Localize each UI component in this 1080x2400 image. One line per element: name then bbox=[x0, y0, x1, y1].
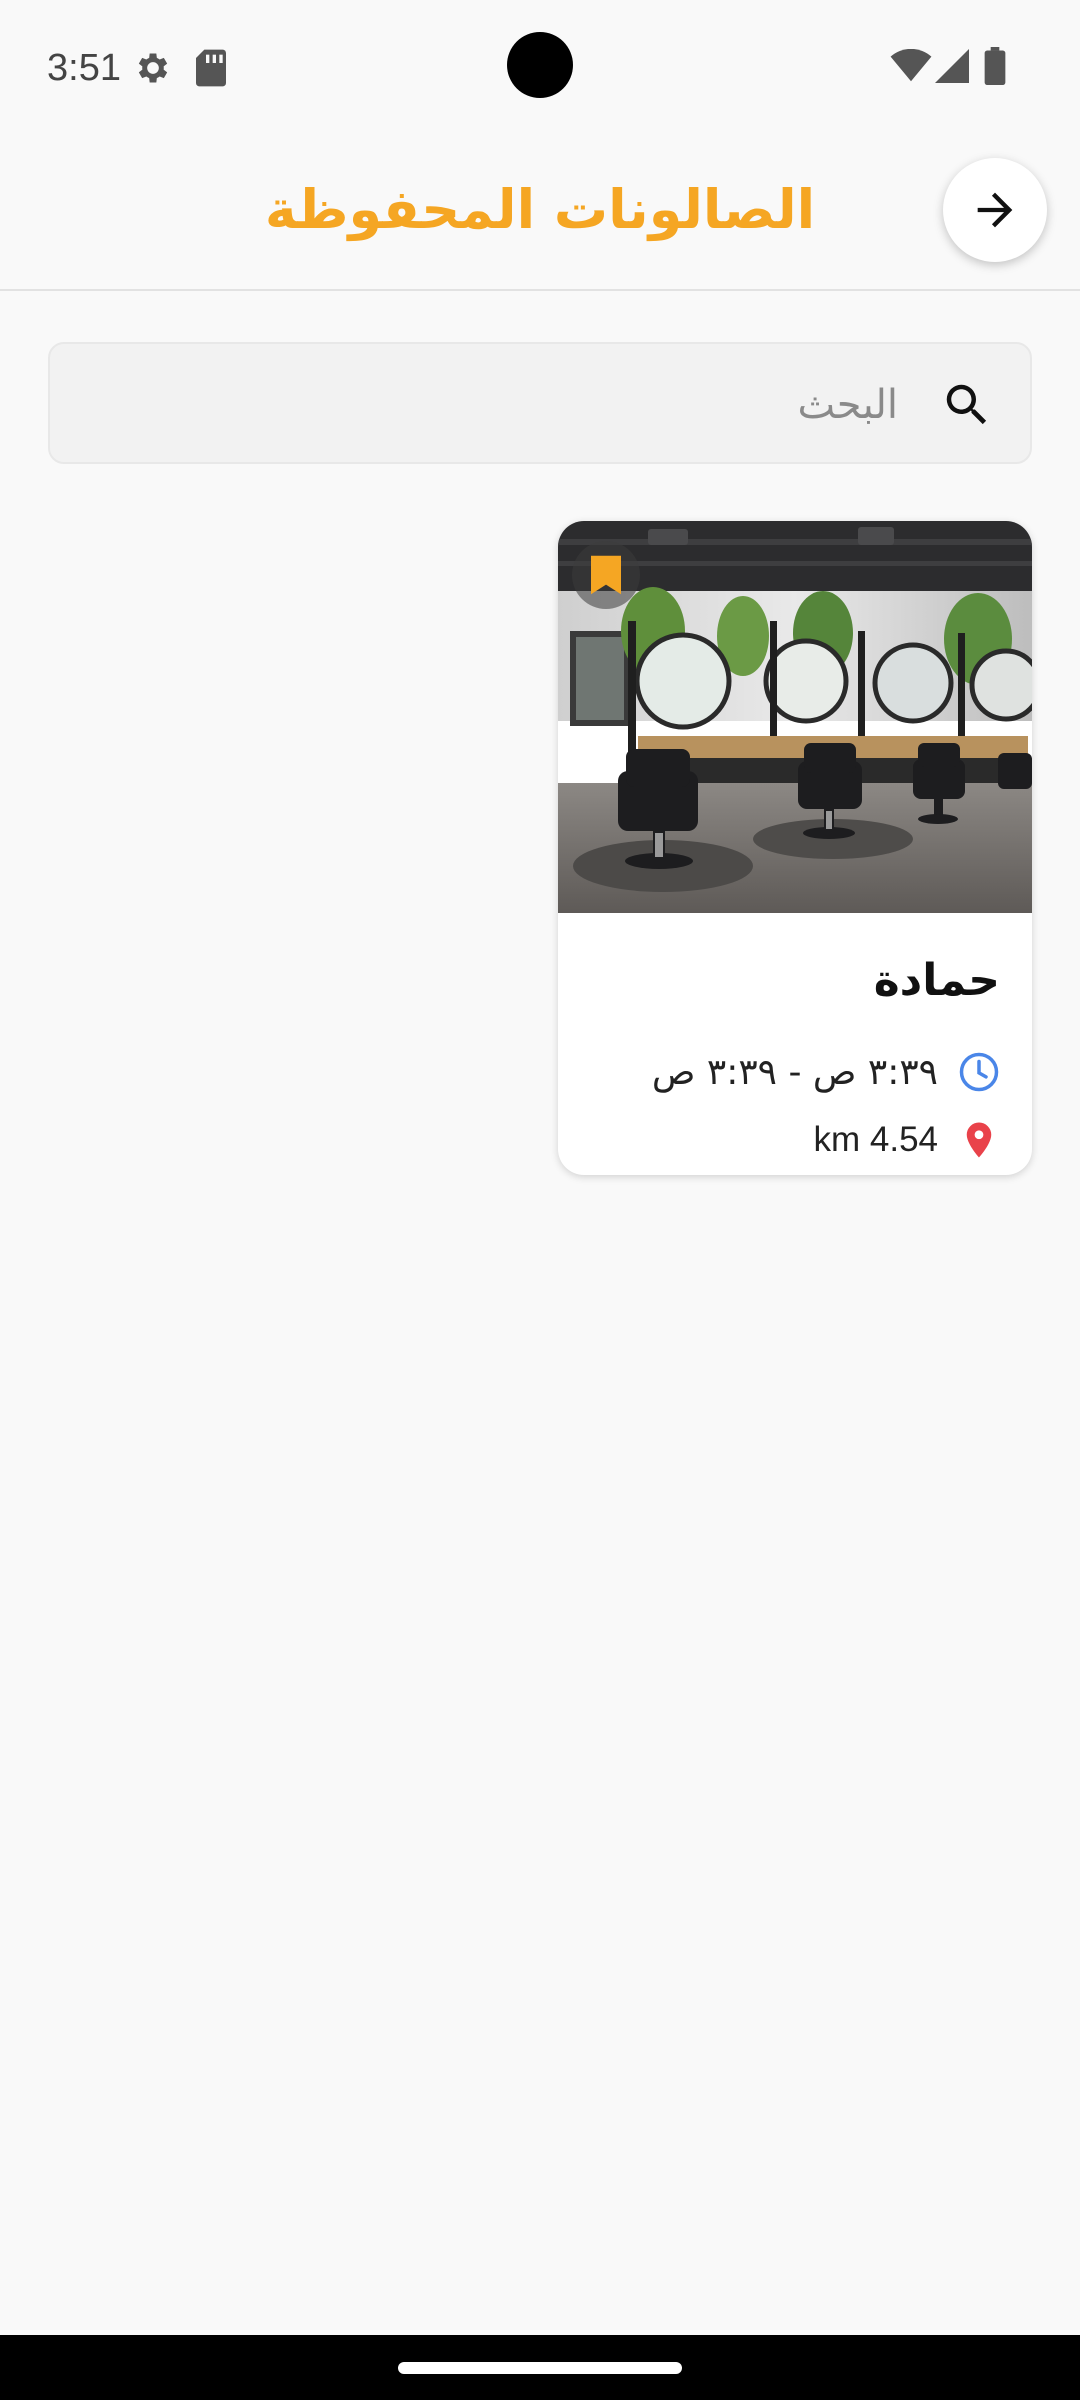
search-icon[interactable] bbox=[940, 378, 994, 432]
camera-cutout bbox=[507, 32, 573, 98]
wifi-icon bbox=[890, 49, 932, 82]
arrow-right-icon bbox=[977, 192, 1013, 228]
status-time: 3:51 bbox=[47, 47, 121, 89]
clock-icon bbox=[959, 1052, 999, 1092]
home-gesture-handle[interactable] bbox=[398, 2362, 682, 2374]
opening-hours: ٣:٣٩ ص - ٣:٣٩ ص bbox=[651, 1051, 938, 1093]
battery-icon bbox=[984, 47, 1006, 85]
salon-card[interactable]: حمادة ٣:٣٩ ص - ٣:٣٩ ص 4.54 km bbox=[558, 521, 1032, 1175]
status-bar: 3:51 bbox=[0, 0, 1080, 132]
back-button[interactable] bbox=[943, 158, 1047, 262]
saved-toggle[interactable] bbox=[572, 541, 640, 609]
saved-salons-screen: 3:51 الصالونات المحفوظة البحث حمادة ٣:٣٩… bbox=[0, 0, 1080, 2400]
search-input[interactable] bbox=[116, 364, 900, 446]
distance-row: 4.54 km bbox=[813, 1113, 1000, 1167]
gear-icon bbox=[138, 53, 168, 83]
opening-hours-row: ٣:٣٩ ص - ٣:٣٩ ص bbox=[652, 1045, 1000, 1099]
sd-card-icon bbox=[196, 49, 226, 87]
navigation-bar bbox=[0, 2335, 1080, 2400]
search-bar[interactable] bbox=[48, 342, 1032, 464]
cell-signal-icon bbox=[935, 49, 969, 83]
location-pin-icon bbox=[966, 1122, 992, 1158]
salon-name: حمادة bbox=[873, 955, 1000, 1006]
app-bar: الصالونات المحفوظة bbox=[0, 132, 1080, 291]
page-title: الصالونات المحفوظة bbox=[264, 178, 816, 241]
bookmark-icon bbox=[591, 555, 621, 595]
distance: 4.54 km bbox=[813, 1120, 938, 1159]
